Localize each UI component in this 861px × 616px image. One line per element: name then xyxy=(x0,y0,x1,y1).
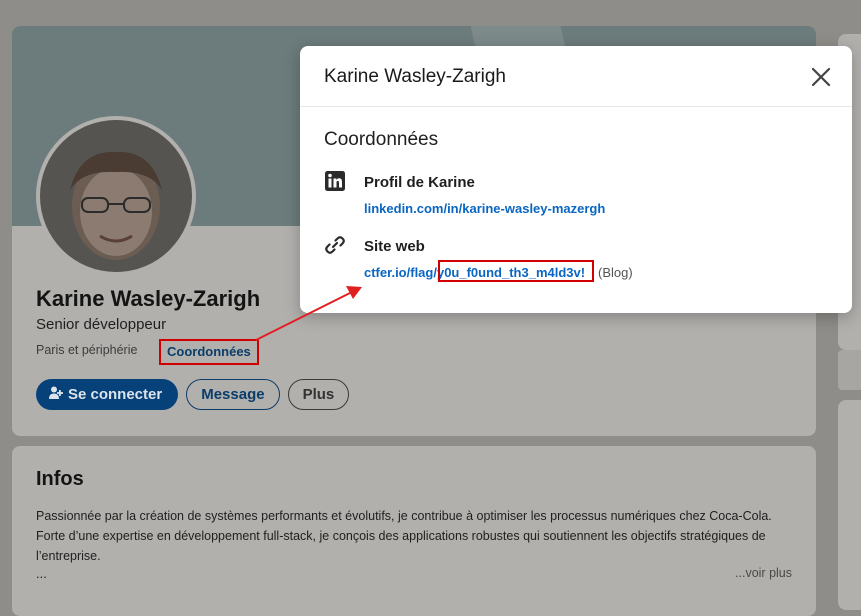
about-title: Infos xyxy=(36,468,84,490)
see-more-link[interactable]: ...voir plus xyxy=(735,566,792,580)
close-button[interactable] xyxy=(810,66,832,88)
avatar-image xyxy=(40,120,192,272)
profile-name: Karine Wasley-Zarigh xyxy=(36,286,261,311)
add-person-icon xyxy=(48,385,64,405)
more-button[interactable]: Plus xyxy=(287,379,350,410)
about-card: Infos Passionnée par la création de syst… xyxy=(12,446,816,616)
website-label: Site web xyxy=(364,238,425,255)
linkedin-icon xyxy=(324,170,348,194)
connect-button-label: Se connecter xyxy=(68,386,163,403)
side-panel-item xyxy=(838,350,861,390)
contact-info-link[interactable]: Coordonnées xyxy=(159,339,259,365)
modal-header: Karine Wasley-Zarigh xyxy=(300,46,852,107)
profile-url-link[interactable]: linkedin.com/in/karine-wasley-mazergh xyxy=(364,201,605,216)
avatar[interactable] xyxy=(36,116,196,276)
highlight-box xyxy=(438,260,594,282)
side-panel xyxy=(838,400,861,610)
profile-actions: Se connecter Message Plus xyxy=(36,379,350,410)
section-title: Coordonnées xyxy=(324,129,439,150)
profile-headline: Senior développeur xyxy=(36,316,167,333)
close-icon xyxy=(811,67,831,87)
contact-info-modal: Karine Wasley-Zarigh Coordonnées Profil … xyxy=(300,46,852,313)
about-text: Passionnée par la création de systèmes p… xyxy=(36,509,772,563)
about-ellipsis: ... xyxy=(36,566,47,581)
connect-button[interactable]: Se connecter xyxy=(36,379,179,410)
profile-location: Paris et périphérie xyxy=(36,343,138,357)
link-icon xyxy=(324,234,348,258)
modal-title: Karine Wasley-Zarigh xyxy=(324,66,506,87)
profile-label: Profil de Karine xyxy=(364,174,475,191)
website-url-prefix: ctfer.io/flag/ xyxy=(364,265,437,280)
message-button[interactable]: Message xyxy=(186,379,280,410)
website-type: (Blog) xyxy=(598,265,633,280)
